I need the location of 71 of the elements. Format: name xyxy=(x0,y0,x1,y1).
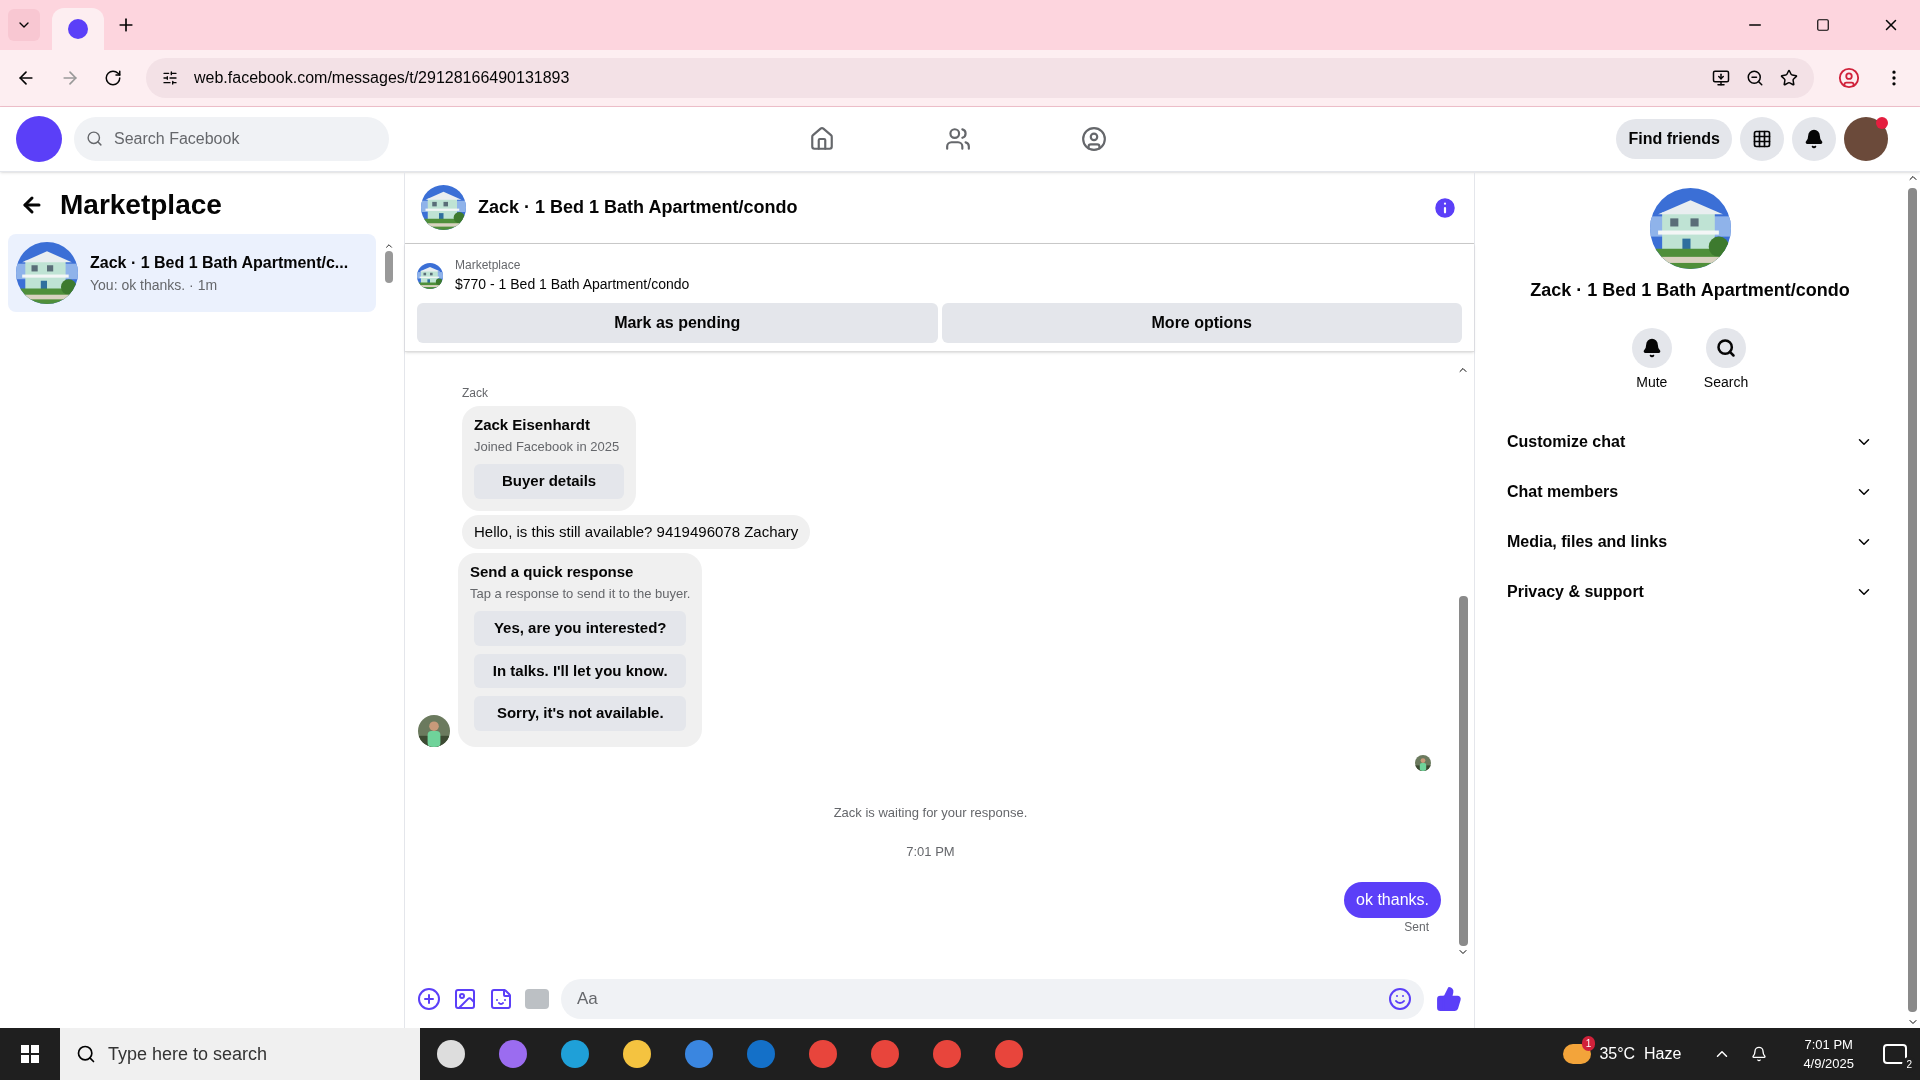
joined-text: Joined Facebook in 2025 xyxy=(474,437,621,456)
install-icon[interactable] xyxy=(1712,69,1730,87)
clock-time[interactable]: 7:01 PM xyxy=(1804,1034,1853,1054)
like-icon[interactable] xyxy=(1436,986,1462,1012)
friends-icon[interactable] xyxy=(944,126,971,152)
buyer-name: Zack Eisenhardt xyxy=(474,415,591,435)
conversation-item[interactable]: Zack · 1 Bed 1 Bath Apartment/c... You: ok thanks. · 1m xyxy=(8,234,376,312)
section-header[interactable]: Privacy & support xyxy=(1495,567,1885,617)
home-icon[interactable] xyxy=(808,126,835,152)
sender-name: Zack xyxy=(462,385,488,402)
profile-icon[interactable] xyxy=(1838,67,1860,89)
quick-response-title: Send a quick response xyxy=(470,562,635,582)
chat-title: Zack · 1 Bed 1 Bath Apartment/condo xyxy=(478,196,799,219)
taskbar-search-field[interactable]: Type here to search xyxy=(60,1028,420,1080)
sidebar-title: Marketplace xyxy=(60,188,222,222)
action-label: Mute xyxy=(1636,373,1668,392)
sticker-icon[interactable] xyxy=(489,987,513,1011)
photo-icon[interactable] xyxy=(453,987,477,1011)
bell-icon xyxy=(1804,129,1824,149)
quick-response-hint: Tap a response to send it to the buyer. xyxy=(470,584,691,603)
restore-icon[interactable] xyxy=(1816,18,1830,32)
search-field[interactable]: Search Facebook xyxy=(74,117,389,161)
url-text: web.facebook.com/messages/t/29128166490131893 xyxy=(194,68,571,88)
windows-icon xyxy=(21,1045,39,1063)
action-label: Search xyxy=(1703,373,1749,392)
account-avatar[interactable] xyxy=(1844,117,1888,161)
listing-action-button[interactable]: Mark as pending xyxy=(417,303,938,343)
menu-button[interactable] xyxy=(1740,117,1784,161)
emoji-icon[interactable] xyxy=(1388,987,1412,1011)
timestamp: 7:01 PM xyxy=(906,843,955,861)
add-icon[interactable] xyxy=(417,987,441,1011)
search-icon xyxy=(86,130,103,147)
groups-icon[interactable] xyxy=(1080,126,1107,152)
tab-list-button[interactable] xyxy=(8,9,40,41)
tray-icon[interactable] xyxy=(1751,1046,1768,1062)
status-text: Zack is waiting for your response. xyxy=(833,803,1028,822)
clock-date[interactable]: 4/9/2025 xyxy=(1803,1054,1854,1074)
address-bar[interactable]: web.facebook.com/messages/t/29128166490131893 xyxy=(146,58,1814,98)
search-icon xyxy=(76,1044,96,1064)
weather-text[interactable]: 35°C Haze xyxy=(1599,1042,1682,1066)
weather-badge: 1 xyxy=(1581,1036,1596,1051)
mute-button[interactable] xyxy=(1631,328,1672,368)
grid-icon xyxy=(1752,129,1772,149)
quick-reply-button[interactable]: Sorry, it's not available. xyxy=(474,696,687,731)
buyer-details-button[interactable]: Buyer details xyxy=(474,464,625,499)
details-title: Zack · 1 Bed 1 Bath Apartment/condo xyxy=(1530,279,1850,302)
bookmark-icon[interactable] xyxy=(1780,69,1798,87)
quick-reply-button[interactable]: Yes, are you interested? xyxy=(474,611,687,646)
section-header[interactable]: Media, files and links xyxy=(1495,517,1885,567)
notification-center-button[interactable]: 2 xyxy=(1870,1028,1920,1080)
listing-action-button[interactable]: More options xyxy=(941,303,1462,343)
section-header[interactable]: Customize chat xyxy=(1495,417,1885,467)
search-button[interactable] xyxy=(1706,328,1746,368)
conversation-preview: You: ok thanks. · 1m xyxy=(90,275,219,295)
conversation-title: Zack · 1 Bed 1 Bath Apartment/c... xyxy=(90,252,349,273)
zoom-icon[interactable] xyxy=(1746,69,1764,87)
message-field[interactable]: Aa xyxy=(561,979,1424,1019)
quick-reply-button[interactable]: In talks. I'll let you know. xyxy=(474,653,687,688)
reload-icon[interactable] xyxy=(104,69,122,87)
message-bubble: ok thanks. xyxy=(1344,881,1441,918)
listing-title: $770 - 1 Bed 1 Bath Apartment/condo xyxy=(455,275,690,294)
find-friends-button[interactable]: Find friends xyxy=(1616,119,1732,159)
browser-tab[interactable] xyxy=(52,8,104,50)
search-icon xyxy=(1716,338,1736,358)
notifications-button[interactable] xyxy=(1792,117,1836,161)
section-header[interactable]: Chat members xyxy=(1495,467,1885,517)
listing-label: Marketplace xyxy=(455,257,522,274)
sent-status: Sent xyxy=(1404,918,1429,936)
bell-icon xyxy=(1641,338,1662,358)
site-info-icon[interactable] xyxy=(162,70,178,86)
message-bubble: Hello, is this still available? 9419496078 Zachary xyxy=(462,514,811,549)
